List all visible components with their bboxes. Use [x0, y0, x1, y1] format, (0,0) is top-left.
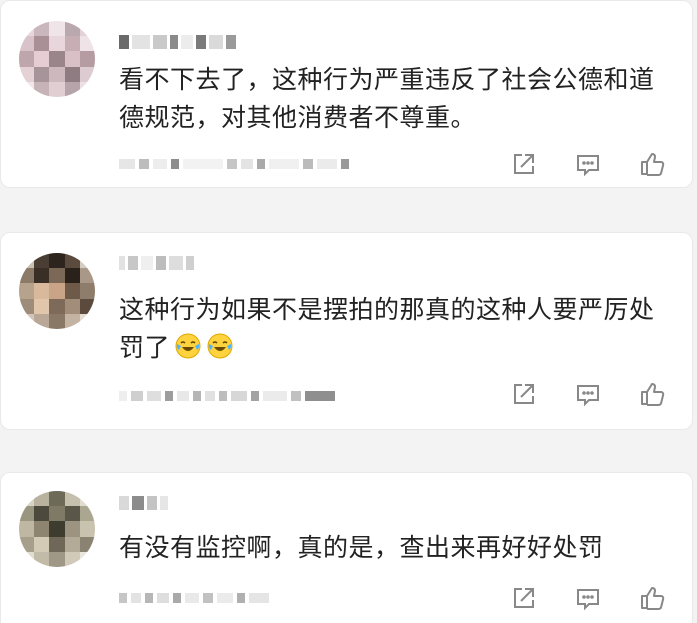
- username-blurred[interactable]: [119, 253, 194, 273]
- comment-card: 有没有监控啊，真的是，查出来再好好处罚: [0, 472, 693, 623]
- avatar[interactable]: [19, 21, 95, 97]
- comment-meta-blurred: [119, 153, 349, 175]
- thumbs-up-icon[interactable]: [638, 380, 666, 408]
- share-icon[interactable]: [510, 150, 538, 178]
- comment-reply-icon[interactable]: [574, 584, 602, 612]
- thumbs-up-icon[interactable]: [638, 584, 666, 612]
- thumbs-up-icon[interactable]: [638, 150, 666, 178]
- comment-text-row: 这种行为如果不是摆拍的那真的这种人要严厉处罚了: [119, 291, 672, 367]
- comment-actions: [510, 379, 666, 409]
- username-blurred[interactable]: [119, 32, 236, 52]
- comment-meta-blurred: [119, 385, 335, 407]
- share-icon[interactable]: [510, 584, 538, 612]
- comment-actions: [510, 583, 666, 613]
- comment-card: 这种行为如果不是摆拍的那真的这种人要严厉处罚了: [0, 232, 693, 430]
- comment-reply-icon[interactable]: [574, 380, 602, 408]
- username-blurred[interactable]: [119, 493, 168, 513]
- share-icon[interactable]: [510, 380, 538, 408]
- comment-reply-icon[interactable]: [574, 150, 602, 178]
- comment-text: 看不下去了，这种行为严重违反了社会公德和道德规范，对其他消费者不尊重。: [119, 65, 655, 132]
- avatar[interactable]: [19, 253, 95, 329]
- comment-meta-blurred: [119, 587, 269, 609]
- comment-actions: [510, 149, 666, 179]
- comment-text: 有没有监控啊，真的是，查出来再好好处罚: [119, 533, 604, 562]
- avatar[interactable]: [19, 491, 95, 567]
- comment-card: 看不下去了，这种行为严重违反了社会公德和道德规范，对其他消费者不尊重。: [0, 0, 693, 188]
- laughing-crying-emoji-icon: [174, 332, 202, 360]
- laughing-crying-emoji-icon: [206, 332, 234, 360]
